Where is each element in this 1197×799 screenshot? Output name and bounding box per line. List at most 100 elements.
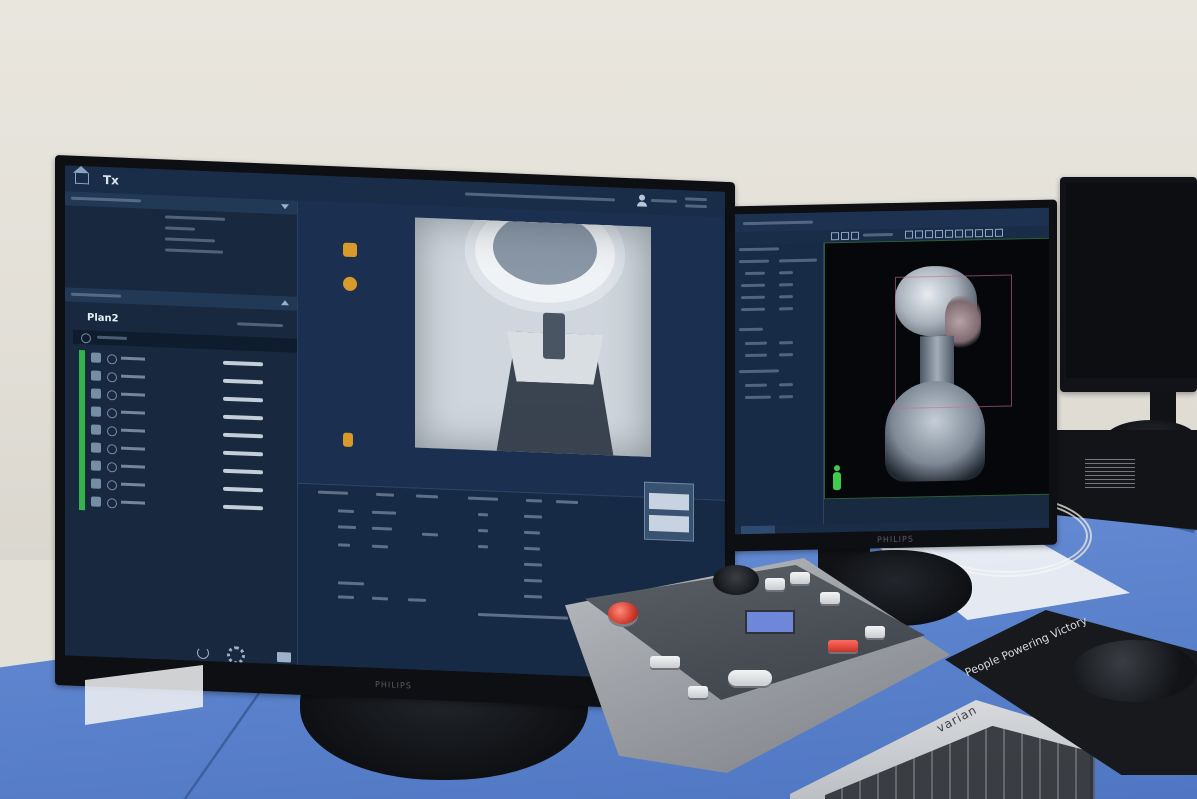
dose-details-header[interactable]: [65, 287, 297, 311]
toolbar-tool-icon[interactable]: [841, 231, 849, 241]
param-value: [779, 341, 793, 345]
patient-orientation-icon: [833, 465, 841, 491]
beam-icon: [91, 370, 101, 381]
param-value: [779, 271, 793, 275]
field-type-icon: [107, 426, 117, 437]
cbct-window-title: [743, 220, 813, 226]
beam-icon: [91, 352, 101, 363]
toolbar-tool-icon[interactable]: [955, 229, 963, 238]
user-area[interactable]: [637, 192, 717, 213]
param-label: [741, 307, 765, 312]
field-label: [121, 410, 145, 415]
acquire-button[interactable]: [741, 525, 775, 535]
field-type-icon: [107, 372, 117, 383]
beam-on-button[interactable]: [728, 670, 772, 686]
col-header: [468, 496, 498, 501]
third-monitor-screen: [1066, 183, 1197, 378]
field-label: [121, 500, 145, 505]
home-icon[interactable]: [75, 172, 89, 185]
emergency-stop-button[interactable]: [608, 602, 638, 624]
gear-icon[interactable]: [227, 645, 245, 665]
table-cell: [338, 543, 350, 547]
table-cell: [524, 530, 540, 535]
monitor-brand-logo: PHILIPS: [375, 679, 412, 691]
section-title: [739, 327, 763, 332]
console-joystick[interactable]: [713, 565, 759, 595]
lock-icon[interactable]: [343, 432, 353, 447]
app-title: Tx: [103, 172, 119, 188]
table-cell: [524, 594, 542, 599]
table-cell: [372, 596, 388, 601]
toolbar-tool-icon[interactable]: [831, 232, 839, 241]
toolbar-tool-icon[interactable]: [965, 229, 973, 238]
monitor-brand-logo: PHILIPS: [877, 534, 914, 545]
imaging-icon: [81, 333, 91, 344]
toolbar-tool-icon[interactable]: [975, 229, 983, 238]
field-type-icon: [107, 390, 117, 401]
table-cell: [478, 512, 488, 517]
param-label: [745, 353, 767, 358]
toolbar-tool-icon[interactable]: [935, 229, 943, 239]
folder-icon[interactable]: [277, 651, 291, 663]
param-label: [745, 271, 765, 276]
field-mu: [223, 414, 263, 421]
param-value[interactable]: [779, 258, 817, 263]
field-mu: [223, 468, 263, 475]
plan-label: Plan2: [87, 312, 119, 325]
param-label: [745, 383, 767, 388]
section-title: [739, 369, 779, 374]
console-key[interactable]: [820, 592, 840, 604]
toolbar-dropdown[interactable]: [863, 232, 893, 237]
beam-icon: [91, 478, 101, 489]
toolbar-tool-icon[interactable]: [995, 228, 1003, 237]
beam-icon: [91, 460, 101, 471]
table-cell: [478, 528, 488, 533]
right-monitor: PHILIPS: [727, 199, 1057, 552]
chevron-down-icon[interactable]: [281, 204, 289, 210]
scout-image-viewer[interactable]: [824, 237, 1049, 500]
param-label: [745, 395, 771, 400]
table-cell: [372, 526, 392, 531]
couch-icon[interactable]: [343, 242, 357, 258]
third-monitor: [1060, 177, 1197, 392]
computer-mouse[interactable]: [1072, 640, 1197, 702]
table-cell: [372, 510, 396, 515]
field-row[interactable]: [89, 494, 295, 516]
table-footer-text: [478, 612, 568, 620]
power-icon[interactable]: [197, 646, 209, 660]
field-mu: [223, 504, 263, 511]
table-cell: [524, 562, 542, 567]
field-mu: [223, 432, 263, 439]
chevron-up-icon[interactable]: [281, 300, 289, 306]
toolbar-tool-icon[interactable]: [851, 231, 859, 240]
dose-details-title: [71, 292, 121, 298]
scan-range-box[interactable]: [895, 274, 1012, 409]
table-cell: [478, 544, 488, 549]
table-cell: [524, 578, 542, 583]
console-key[interactable]: [865, 626, 885, 638]
beam-off-button[interactable]: [828, 640, 858, 652]
person-icon[interactable]: [343, 276, 357, 292]
toolbar-tool-icon[interactable]: [905, 230, 913, 239]
toolbar-tool-icon[interactable]: [925, 230, 933, 239]
field-label: [121, 446, 145, 451]
patient-details: [165, 215, 275, 254]
param-label: [745, 341, 767, 346]
toolbar-tool-icon[interactable]: [915, 230, 923, 239]
console-key[interactable]: [765, 578, 785, 590]
console-key[interactable]: [790, 572, 810, 584]
field-mu: [223, 396, 263, 403]
beams-eye-view-preview[interactable]: [644, 481, 694, 542]
col-header: [526, 498, 542, 503]
console-key[interactable]: [688, 686, 708, 698]
console-key[interactable]: [650, 656, 680, 668]
computer-label: [1085, 458, 1135, 488]
user-icon: [637, 194, 647, 206]
beam-icon: [91, 424, 101, 435]
toolbar-tool-icon[interactable]: [985, 228, 993, 238]
table-cell: [372, 544, 388, 549]
toolbar-tool-icon[interactable]: [945, 229, 953, 238]
col-header: [318, 490, 348, 495]
patient-dob: [165, 237, 215, 243]
field-type-icon: [107, 462, 117, 473]
